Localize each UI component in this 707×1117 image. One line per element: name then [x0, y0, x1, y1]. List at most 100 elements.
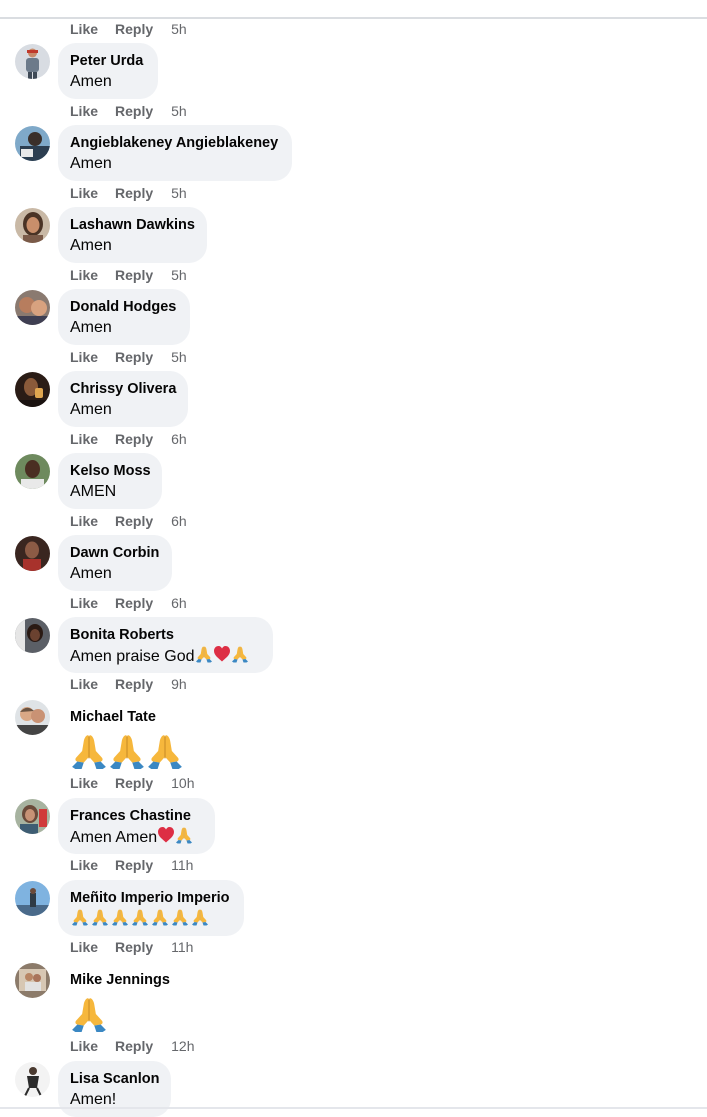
comment-author[interactable]: Donald Hodges: [70, 298, 177, 317]
avatar[interactable]: [15, 126, 50, 161]
comment-actions: Like Reply 6h: [70, 512, 187, 530]
folded-hands-icon: [190, 908, 210, 926]
folded-hands-icon: [175, 826, 193, 844]
reply-button[interactable]: Reply: [115, 349, 153, 365]
like-button[interactable]: Like: [70, 267, 98, 283]
folded-hands-icon: [108, 732, 146, 770]
comment-text: Amen praise God: [70, 645, 260, 667]
avatar[interactable]: [15, 208, 50, 243]
avatar[interactable]: [15, 1062, 50, 1097]
like-button[interactable]: Like: [70, 939, 98, 955]
comment-text: [70, 908, 231, 930]
avatar[interactable]: [15, 536, 50, 571]
folded-hands-icon: [150, 908, 170, 926]
comment-timestamp[interactable]: 9h: [171, 676, 187, 692]
comment-timestamp[interactable]: 11h: [171, 857, 193, 873]
like-button[interactable]: Like: [70, 513, 98, 529]
bottom-divider: [0, 1107, 707, 1109]
comment-timestamp[interactable]: 6h: [171, 595, 187, 611]
comment-author[interactable]: Dawn Corbin: [70, 544, 159, 563]
reply-button[interactable]: Reply: [115, 267, 153, 283]
comment-actions: Like Reply 9h: [70, 675, 187, 693]
folded-hands-icon: [146, 732, 184, 770]
comment-actions: Like Reply 5h: [70, 266, 187, 284]
like-button[interactable]: Like: [70, 1038, 98, 1054]
reply-button[interactable]: Reply: [115, 185, 153, 201]
folded-hands-icon: [110, 908, 130, 926]
folded-hands-icon: [90, 908, 110, 926]
comment-text: Amen Amen: [70, 826, 202, 848]
red-heart-icon: [157, 826, 175, 844]
comment-bubble: Bonita Roberts Amen praise God: [58, 617, 273, 673]
like-button[interactable]: Like: [70, 185, 98, 201]
avatar[interactable]: [15, 618, 50, 653]
comment-bubble: Dawn Corbin Amen: [58, 535, 172, 591]
comment-text: Amen: [70, 319, 112, 336]
comment-author[interactable]: Mike Jennings: [70, 971, 170, 990]
reply-button[interactable]: Reply: [115, 676, 153, 692]
comment-author[interactable]: Chrissy Olivera: [70, 380, 176, 399]
reply-button[interactable]: Reply: [115, 21, 153, 37]
reply-button[interactable]: Reply: [115, 775, 153, 791]
like-button[interactable]: Like: [70, 595, 98, 611]
like-button[interactable]: Like: [70, 775, 98, 791]
folded-hands-icon: [70, 732, 108, 770]
comment-timestamp[interactable]: 5h: [171, 103, 187, 119]
red-heart-icon: [213, 645, 231, 663]
comment-actions: Like Reply 5h: [70, 20, 187, 38]
comment-text: Amen: [70, 565, 112, 582]
comment-author[interactable]: Bonita Roberts: [70, 626, 260, 645]
comment-text: Amen: [70, 401, 112, 418]
comment-timestamp[interactable]: 10h: [171, 775, 194, 791]
like-button[interactable]: Like: [70, 103, 98, 119]
comment-timestamp[interactable]: 11h: [171, 939, 193, 955]
comment-timestamp[interactable]: 5h: [171, 349, 187, 365]
comment-actions: Like Reply 10h: [70, 774, 195, 792]
reply-button[interactable]: Reply: [115, 1038, 153, 1054]
like-button[interactable]: Like: [70, 431, 98, 447]
reply-button[interactable]: Reply: [115, 939, 153, 955]
comment-timestamp[interactable]: 12h: [171, 1038, 194, 1054]
comment-author[interactable]: Meñito Imperio Imperio: [70, 889, 231, 908]
comment-actions: Like Reply 5h: [70, 184, 187, 202]
like-button[interactable]: Like: [70, 857, 98, 873]
avatar[interactable]: [15, 372, 50, 407]
comment-author[interactable]: Frances Chastine: [70, 807, 202, 826]
comment-timestamp[interactable]: 5h: [171, 185, 187, 201]
comment-timestamp[interactable]: 5h: [171, 21, 187, 37]
comment-text: Amen: [70, 237, 112, 254]
comment-actions: Like Reply 6h: [70, 430, 187, 448]
reply-button[interactable]: Reply: [115, 857, 153, 873]
avatar[interactable]: [15, 454, 50, 489]
comment-author[interactable]: Kelso Moss: [70, 462, 151, 481]
comment-bubble: Kelso Moss AMEN: [58, 453, 162, 509]
comment-author[interactable]: Angieblakeney Angieblakeney: [70, 134, 279, 153]
reply-button[interactable]: Reply: [115, 103, 153, 119]
avatar[interactable]: [15, 44, 50, 79]
folded-hands-icon: [130, 908, 150, 926]
comment-bubble: Meñito Imperio Imperio: [58, 880, 244, 936]
like-button[interactable]: Like: [70, 349, 98, 365]
comment-text: Amen: [70, 73, 112, 90]
avatar[interactable]: [15, 881, 50, 916]
comment-text-content: Amen Amen: [70, 829, 158, 846]
reply-button[interactable]: Reply: [115, 595, 153, 611]
folded-hands-icon: [70, 908, 90, 926]
comment-actions: Like Reply 6h: [70, 594, 187, 612]
avatar[interactable]: [15, 290, 50, 325]
comment-author[interactable]: Peter Urda: [70, 52, 145, 71]
comment-author[interactable]: Lashawn Dawkins: [70, 216, 195, 235]
comment-timestamp[interactable]: 6h: [171, 513, 187, 529]
like-button[interactable]: Like: [70, 676, 98, 692]
comment-author[interactable]: Michael Tate: [70, 708, 185, 727]
comment-timestamp[interactable]: 5h: [171, 267, 187, 283]
like-button[interactable]: Like: [70, 21, 98, 37]
comment-bubble: Chrissy Olivera Amen: [58, 371, 188, 427]
avatar[interactable]: [15, 799, 50, 834]
avatar[interactable]: [15, 963, 50, 998]
avatar[interactable]: [15, 700, 50, 735]
comment-timestamp[interactable]: 6h: [171, 431, 187, 447]
comment-author[interactable]: Lisa Scanlon: [70, 1070, 159, 1089]
reply-button[interactable]: Reply: [115, 513, 153, 529]
reply-button[interactable]: Reply: [115, 431, 153, 447]
